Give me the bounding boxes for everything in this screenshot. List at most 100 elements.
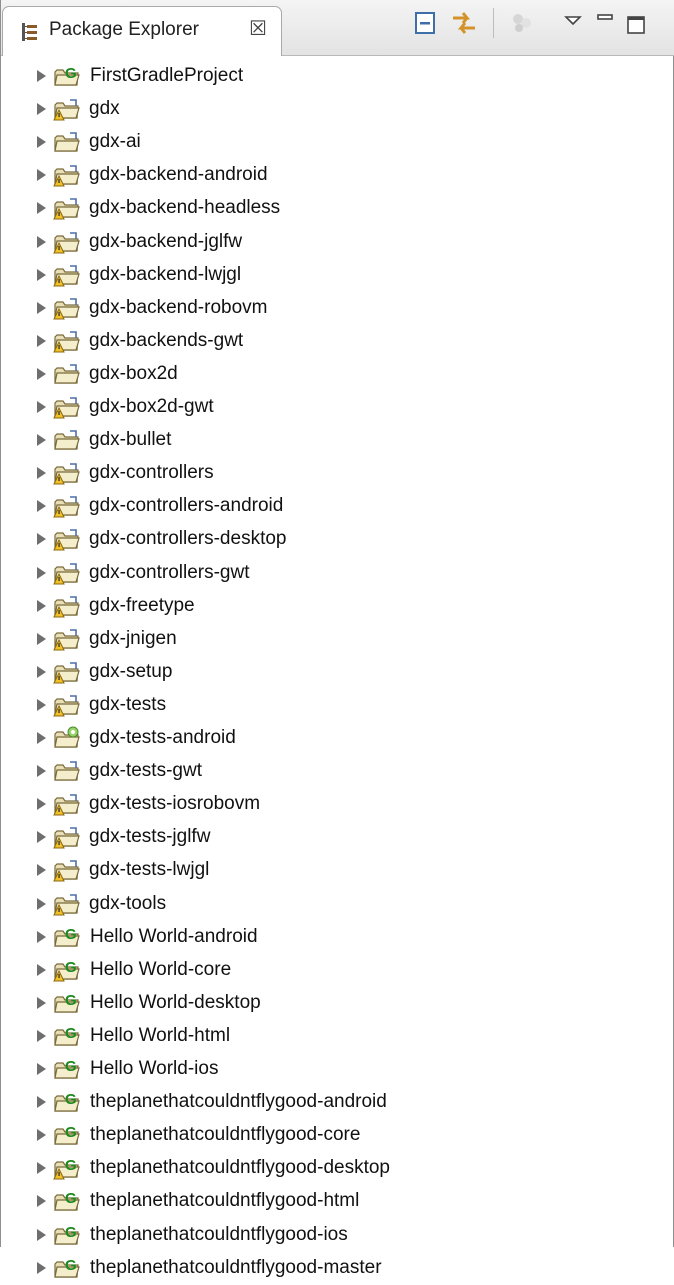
- expand-arrow-icon[interactable]: [37, 136, 46, 149]
- expand-arrow-icon[interactable]: [37, 103, 46, 116]
- warning-folder-icon: [53, 397, 80, 419]
- project-label: gdx-backend-jglfw: [89, 230, 243, 252]
- tree-item[interactable]: Gtheplanethatcouldntflygood-android: [1, 1086, 671, 1119]
- close-icon[interactable]: ☒: [249, 16, 267, 40]
- expand-arrow-icon[interactable]: [37, 533, 46, 546]
- tree-item[interactable]: G Hello World-core: [1, 954, 671, 987]
- project-label: theplanethatcouldntflygood-desktop: [90, 1157, 391, 1179]
- tree-item[interactable]: gdx: [1, 93, 671, 126]
- tree-item[interactable]: G Hello World-desktop: [1, 987, 671, 1020]
- project-label: gdx-tests-android: [89, 727, 236, 748]
- project-label: Hello World-android: [90, 925, 258, 947]
- expand-arrow-icon[interactable]: [37, 798, 46, 811]
- tree-item[interactable]: G Hello World-html: [1, 1020, 671, 1053]
- tree-item[interactable]: gdx-backends-gwt: [1, 325, 671, 358]
- expand-arrow-icon[interactable]: [37, 301, 46, 314]
- tree-item[interactable]: gdx-tests-gwt: [1, 755, 671, 788]
- warning-folder-icon: [53, 595, 80, 618]
- tree-item[interactable]: gdx-tests-android: [1, 722, 671, 755]
- tree-item[interactable]: gdx-controllers-desktop: [1, 523, 671, 556]
- tree-item[interactable]: gdx-ai: [1, 126, 671, 159]
- tree-item[interactable]: gdx-backend-android: [1, 159, 671, 192]
- tree-item[interactable]: gdx-controllers: [1, 457, 671, 490]
- expand-arrow-icon[interactable]: [37, 401, 46, 413]
- warning-folder-icon: [53, 794, 80, 816]
- expand-arrow-icon[interactable]: [37, 1162, 46, 1175]
- view-title: Package Explorer: [49, 19, 199, 40]
- collapse-all-icon[interactable]: [413, 8, 439, 38]
- expand-arrow-icon[interactable]: [37, 70, 46, 82]
- expand-arrow-icon[interactable]: [37, 367, 46, 380]
- expand-arrow-icon[interactable]: [37, 1195, 46, 1208]
- tree-item[interactable]: gdx-setup: [1, 656, 671, 689]
- view-menu-icon[interactable]: [563, 8, 583, 38]
- tree-item[interactable]: gdx-backend-lwjgl: [1, 259, 671, 292]
- expand-arrow-icon[interactable]: [37, 732, 46, 744]
- tree-item[interactable]: G FirstGradleProject: [1, 60, 671, 93]
- expand-arrow-icon[interactable]: [37, 599, 46, 612]
- expand-arrow-icon[interactable]: [37, 268, 46, 281]
- tree-item[interactable]: gdx-jnigen: [1, 623, 671, 656]
- expand-arrow-icon[interactable]: [37, 467, 46, 480]
- android-folder-icon: [54, 726, 80, 748]
- svg-text:G: G: [65, 926, 77, 943]
- tree-item[interactable]: gdx-tests-iosrobovm: [1, 788, 671, 821]
- expand-arrow-icon[interactable]: [37, 963, 46, 976]
- expand-arrow-icon[interactable]: [37, 566, 46, 579]
- project-label: theplanethatcouldntflygood-html: [90, 1190, 360, 1212]
- tree-item[interactable]: gdx-backend-headless: [1, 192, 671, 225]
- expand-arrow-icon[interactable]: [37, 665, 46, 678]
- tree-item[interactable]: gdx-bullet: [1, 424, 671, 457]
- project-label: gdx-backend-headless: [89, 197, 281, 219]
- gradle-warning-project-icon: G: [53, 1157, 80, 1180]
- expand-arrow-icon[interactable]: [37, 500, 46, 513]
- tree-item[interactable]: gdx-freetype: [1, 590, 671, 623]
- expand-arrow-icon[interactable]: [37, 434, 46, 447]
- focus-on-active-task-icon[interactable]: [509, 8, 535, 38]
- svg-text:G: G: [65, 1157, 77, 1174]
- tree-item[interactable]: gdx-box2d-gwt: [1, 391, 671, 424]
- expand-arrow-icon[interactable]: [37, 897, 46, 910]
- tree-item[interactable]: gdx-backend-robovm: [1, 292, 671, 325]
- expand-arrow-icon[interactable]: [37, 930, 46, 943]
- expand-arrow-icon[interactable]: [37, 1129, 46, 1142]
- link-with-editor-icon[interactable]: [449, 8, 479, 38]
- tree-item[interactable]: G Hello World-ios: [1, 1053, 671, 1086]
- expand-arrow-icon[interactable]: [37, 831, 46, 844]
- expand-arrow-icon[interactable]: [37, 235, 46, 248]
- expand-arrow-icon[interactable]: [37, 996, 46, 1009]
- gradle-project-icon: G: [54, 1124, 80, 1145]
- tree-item[interactable]: gdx-tests-jglfw: [1, 821, 671, 854]
- tree-item[interactable]: gdx-controllers-gwt: [1, 557, 671, 590]
- expand-arrow-icon[interactable]: [37, 765, 46, 778]
- tree-item[interactable]: gdx-tools: [1, 888, 671, 921]
- expand-arrow-icon[interactable]: [37, 1096, 46, 1109]
- expand-arrow-icon[interactable]: [37, 169, 46, 182]
- expand-arrow-icon[interactable]: [37, 864, 46, 877]
- tree-item[interactable]: gdx-tests: [1, 689, 671, 722]
- tree-item[interactable]: G Hello World-android: [1, 921, 671, 954]
- tree-item[interactable]: Gtheplanethatcouldntflygood-desktop: [1, 1152, 671, 1185]
- expand-arrow-icon[interactable]: [37, 698, 46, 711]
- tree-item[interactable]: Gtheplanethatcouldntflygood-core: [1, 1119, 671, 1152]
- expand-arrow-icon[interactable]: [37, 1029, 46, 1042]
- tree-item[interactable]: Gtheplanethatcouldntflygood-html: [1, 1185, 671, 1218]
- expand-arrow-icon[interactable]: [37, 632, 46, 645]
- expand-arrow-icon[interactable]: [37, 202, 46, 215]
- project-label: gdx-tests: [89, 693, 167, 715]
- svg-text:G: G: [65, 992, 77, 1009]
- tree-item[interactable]: gdx-controllers-android: [1, 490, 671, 523]
- tab-package-explorer[interactable]: Package Explorer ☒: [2, 6, 282, 56]
- project-label: theplanethatcouldntflygood-master: [90, 1256, 382, 1278]
- expand-arrow-icon[interactable]: [37, 1063, 46, 1075]
- minimize-icon[interactable]: [595, 8, 615, 38]
- expand-arrow-icon[interactable]: [37, 1261, 46, 1274]
- expand-arrow-icon[interactable]: [37, 334, 46, 347]
- tree-item[interactable]: gdx-box2d: [1, 358, 671, 391]
- expand-arrow-icon[interactable]: [37, 1228, 46, 1241]
- tree-item[interactable]: gdx-backend-jglfw: [1, 226, 671, 259]
- tree-item[interactable]: Gtheplanethatcouldntflygood-master: [1, 1252, 671, 1285]
- tree-item[interactable]: gdx-tests-lwjgl: [1, 854, 671, 887]
- project-label: theplanethatcouldntflygood-android: [90, 1091, 387, 1113]
- maximize-icon[interactable]: [625, 8, 647, 38]
